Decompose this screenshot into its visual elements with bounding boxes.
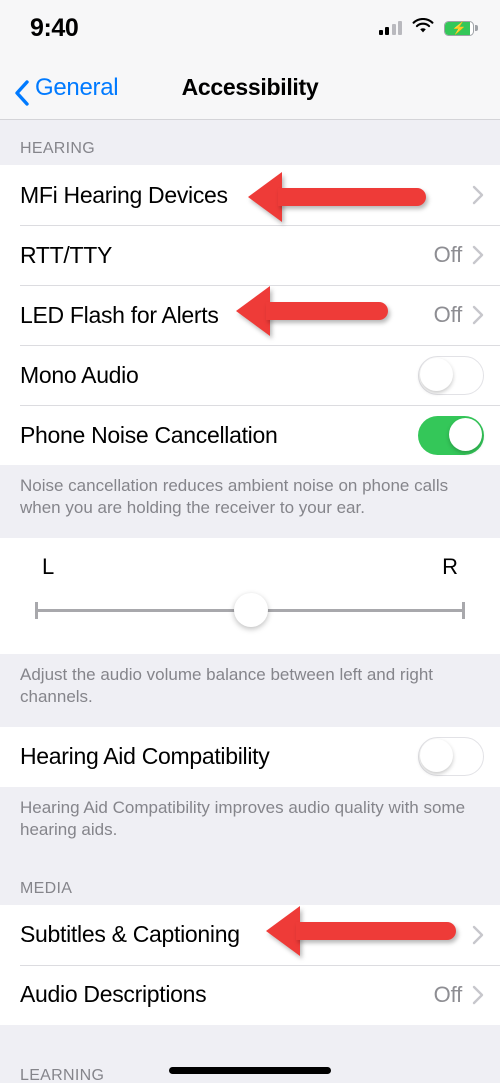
status-bar: 9:40 ⚡ — [0, 0, 500, 56]
row-rtt-tty[interactable]: RTT/TTY Off — [0, 225, 500, 285]
back-button[interactable]: General — [0, 73, 119, 106]
section-group-hearing-aid: Hearing Aid Compatibility — [0, 726, 500, 787]
slider-tick-left — [35, 601, 38, 619]
row-hearing-aid-compatibility[interactable]: Hearing Aid Compatibility — [0, 726, 500, 787]
section-header-hearing: HEARING — [0, 120, 500, 165]
status-bar-indicators: ⚡ — [378, 17, 478, 39]
cellular-signal-icon — [378, 21, 402, 35]
row-audio-descriptions[interactable]: Audio Descriptions Off — [0, 964, 500, 1025]
row-mfi-hearing-devices[interactable]: MFi Hearing Devices — [0, 165, 500, 225]
status-bar-time: 9:40 — [30, 13, 79, 42]
row-label: Hearing Aid Compatibility — [20, 743, 270, 770]
row-label: Subtitles & Captioning — [20, 921, 240, 948]
chevron-right-icon — [472, 985, 484, 1005]
balance-left-label: L — [42, 553, 55, 579]
wifi-icon — [412, 17, 434, 39]
audio-balance-slider[interactable] — [0, 588, 500, 632]
row-subtitles-and-captioning[interactable]: Subtitles & Captioning — [0, 904, 500, 965]
battery-charging-icon: ⚡ — [444, 20, 478, 36]
row-value: Off — [433, 242, 463, 267]
slider-thumb[interactable] — [234, 592, 268, 627]
balance-right-label: R — [442, 553, 458, 579]
row-label: LED Flash for Alerts — [20, 301, 219, 328]
home-indicator — [169, 1067, 331, 1074]
section-group-media: Subtitles & Captioning Audio Description… — [0, 904, 500, 1025]
chevron-right-icon — [472, 185, 484, 205]
section-footer-balance: Adjust the audio volume balance between … — [0, 653, 500, 727]
settings-list[interactable]: HEARING MFi Hearing Devices RTT/TTY Off … — [0, 120, 500, 1083]
row-label: Mono Audio — [20, 361, 139, 388]
hearing-aid-compatibility-toggle[interactable] — [418, 737, 484, 777]
mono-audio-toggle[interactable] — [418, 355, 484, 395]
row-label: MFi Hearing Devices — [20, 181, 228, 208]
chevron-left-icon — [14, 80, 29, 106]
row-value: Off — [433, 302, 463, 327]
row-phone-noise-cancellation[interactable]: Phone Noise Cancellation — [0, 405, 500, 465]
phone-noise-cancellation-toggle[interactable] — [418, 415, 484, 455]
row-mono-audio[interactable]: Mono Audio — [0, 345, 500, 405]
slider-tick-right — [462, 601, 465, 619]
section-group-hearing: MFi Hearing Devices RTT/TTY Off LED Flas… — [0, 165, 500, 465]
chevron-right-icon — [472, 305, 484, 325]
row-label: RTT/TTY — [20, 241, 113, 268]
row-label: Phone Noise Cancellation — [20, 421, 278, 448]
section-header-learning: LEARNING — [0, 1024, 500, 1083]
chevron-right-icon — [472, 925, 484, 945]
back-button-label: General — [35, 73, 119, 101]
section-footer-hearing-aid: Hearing Aid Compatibility improves audio… — [0, 786, 500, 860]
row-led-flash-for-alerts[interactable]: LED Flash for Alerts Off — [0, 285, 500, 345]
section-footer-hearing: Noise cancellation reduces ambient noise… — [0, 465, 500, 538]
row-value: Off — [433, 981, 463, 1007]
balance-endpoint-labels: L R — [0, 554, 500, 580]
chevron-right-icon — [472, 245, 484, 265]
section-header-media: MEDIA — [0, 859, 500, 905]
row-label: Audio Descriptions — [20, 981, 207, 1008]
navigation-bar: General Accessibility — [0, 56, 500, 120]
audio-balance-slider-group: L R — [0, 537, 500, 654]
